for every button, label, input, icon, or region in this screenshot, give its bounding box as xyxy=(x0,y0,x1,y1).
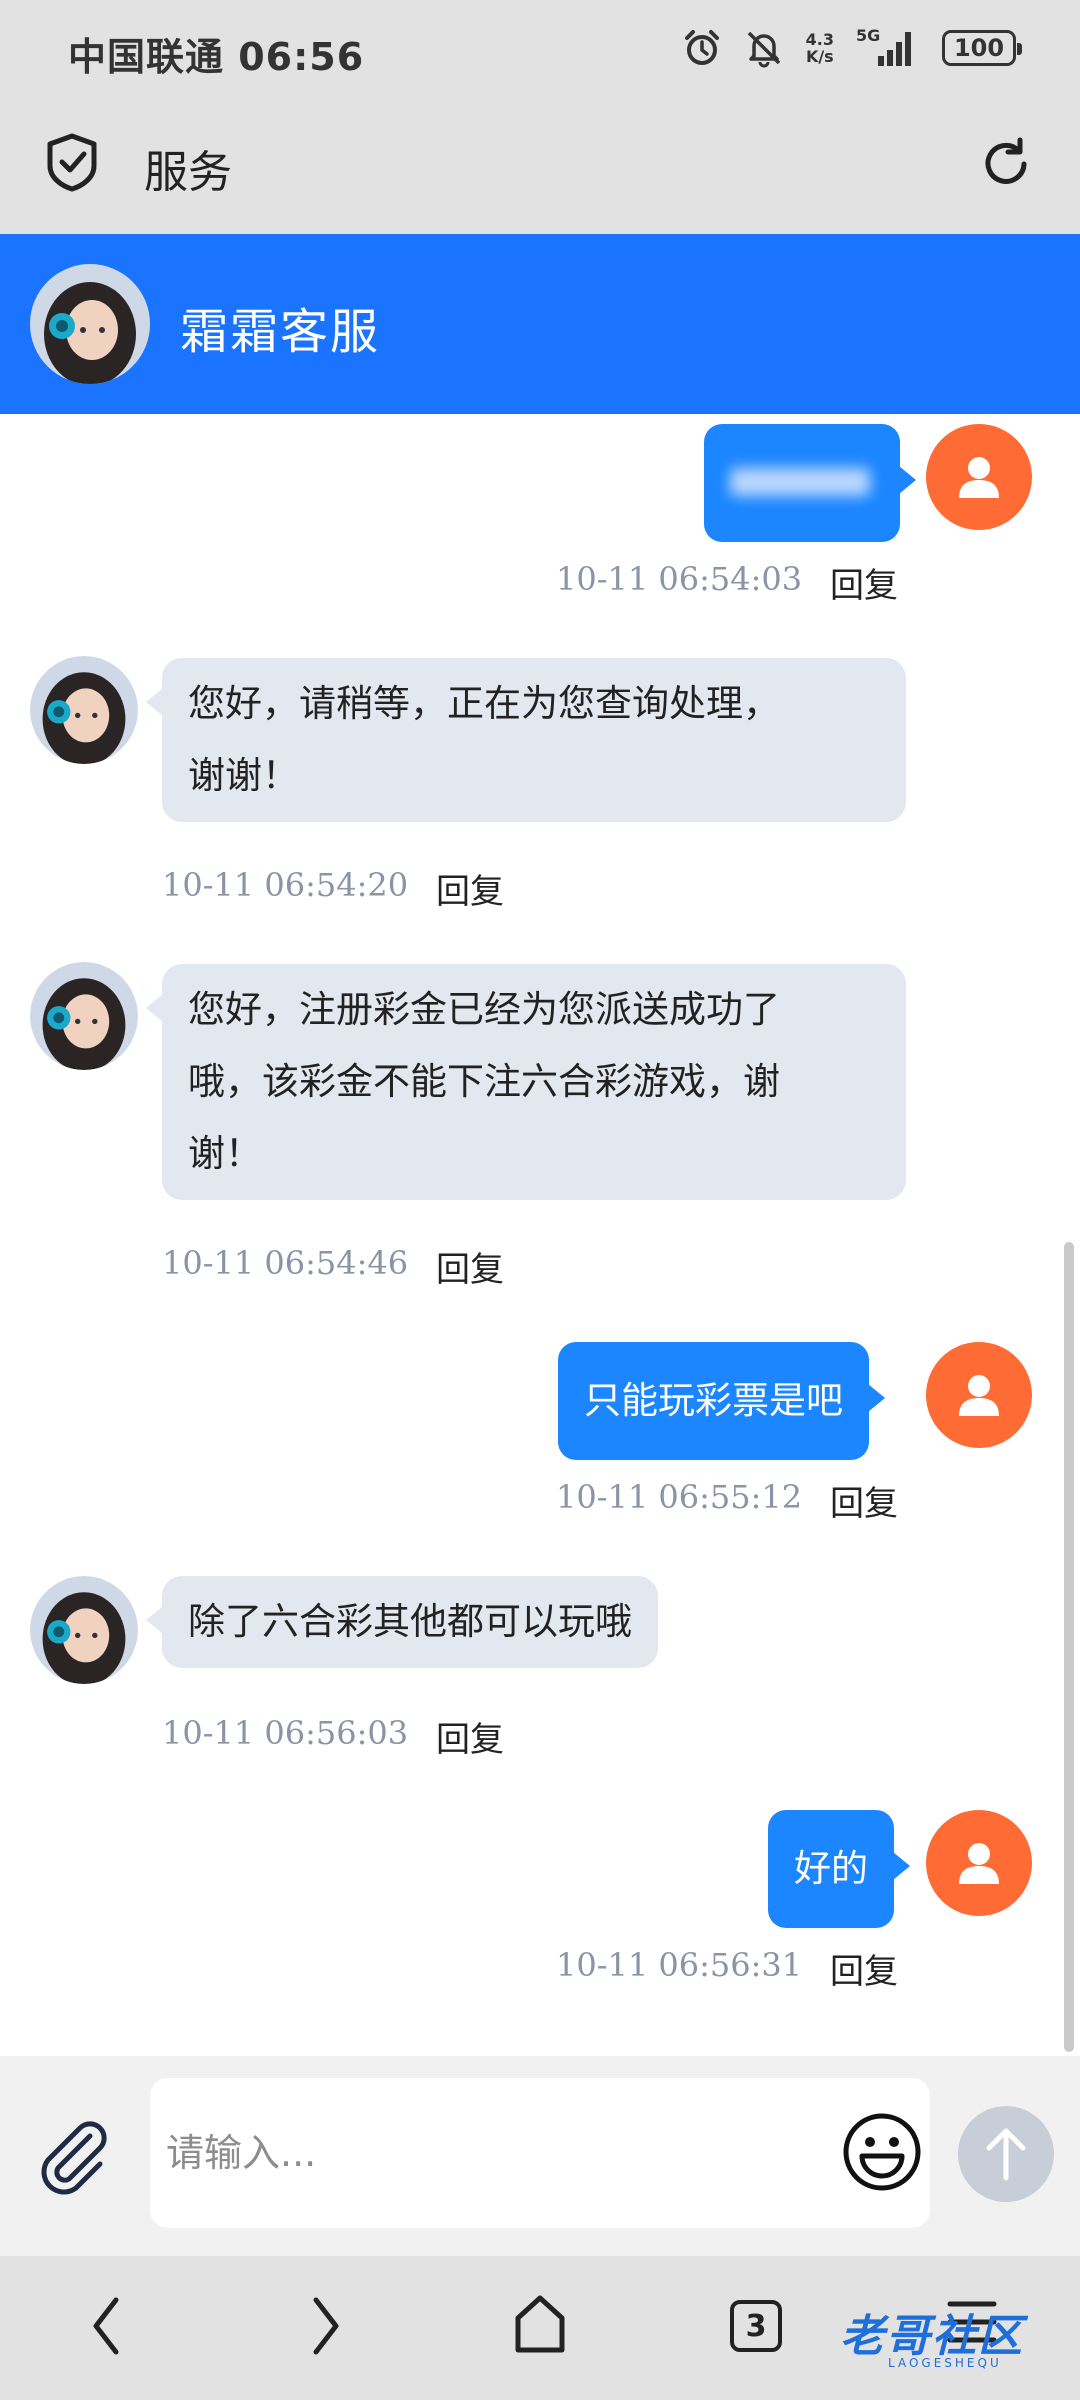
reply-button[interactable]: 回复 xyxy=(830,558,898,607)
chat-contact-name: 霜霜客服 xyxy=(180,304,381,360)
incoming-message-bubble[interactable]: 除了六合彩其他都可以玩哦 xyxy=(146,1576,658,1668)
emoji-icon[interactable] xyxy=(840,2110,924,2194)
message-timestamp: 10-11 06:54:03 xyxy=(556,560,803,598)
input-bar xyxy=(0,2056,1080,2256)
battery-indicator: 100 xyxy=(942,30,1022,66)
signal-icon: 5G xyxy=(856,26,920,68)
agent-avatar xyxy=(30,264,150,384)
user-avatar xyxy=(926,1810,1032,1916)
reply-button[interactable]: 回复 xyxy=(830,1476,898,1525)
message-timestamp: 10-11 06:54:20 xyxy=(162,866,409,904)
back-icon[interactable] xyxy=(86,2292,126,2360)
agent-avatar xyxy=(30,962,138,1070)
message-timestamp: 10-11 06:56:31 xyxy=(556,1946,803,1984)
page-title: 服务 xyxy=(144,147,232,198)
message-timestamp: 10-11 06:56:03 xyxy=(162,1714,409,1752)
outgoing-message-bubble[interactable]: 好的 xyxy=(768,1810,910,1928)
status-bar: 中国联通 06:56 4.3 K/s 5G 100 xyxy=(0,0,1080,100)
chat-header: 霜霜客服 xyxy=(0,234,1080,414)
watermark-subtitle: LAOGESHEQU xyxy=(888,2356,1002,2370)
reply-button[interactable]: 回复 xyxy=(436,1242,504,1291)
agent-avatar xyxy=(30,1576,138,1684)
person-icon xyxy=(959,1843,999,1884)
user-avatar xyxy=(926,1342,1032,1448)
refresh-icon[interactable] xyxy=(976,134,1036,194)
home-icon[interactable] xyxy=(512,2292,568,2356)
forward-icon[interactable] xyxy=(306,2292,346,2360)
blurred-message-content xyxy=(730,468,870,496)
mute-icon xyxy=(747,31,780,68)
status-icons: 4.3 K/s 5G 100 xyxy=(682,26,1022,68)
person-icon xyxy=(959,457,999,498)
scrollbar[interactable] xyxy=(1064,1242,1074,2052)
paperclip-icon[interactable] xyxy=(34,2118,114,2198)
message-timestamp: 10-11 06:54:46 xyxy=(162,1244,409,1282)
chat-messages[interactable]: 10-11 06:54:03 回复 您好，请稍等，正在为您查询处理， 谢谢！ 1… xyxy=(0,414,1080,2056)
incoming-message-bubble[interactable]: 您好，注册彩金已经为您派送成功了 哦，该彩金不能下注六合彩游戏，谢 谢！ xyxy=(146,964,906,1200)
incoming-message-bubble[interactable]: 您好，请稍等，正在为您查询处理， 谢谢！ xyxy=(146,658,906,822)
net-speed: 4.3 K/s xyxy=(805,30,834,66)
reply-button[interactable]: 回复 xyxy=(830,1944,898,1993)
outgoing-message-bubble[interactable]: 只能玩彩票是吧 xyxy=(558,1342,885,1460)
reply-button[interactable]: 回复 xyxy=(436,1712,504,1761)
shield-check-icon[interactable] xyxy=(44,132,100,192)
message-input-box[interactable] xyxy=(150,2078,930,2228)
alarm-icon xyxy=(684,30,719,65)
user-avatar xyxy=(926,424,1032,530)
reply-button[interactable]: 回复 xyxy=(436,864,504,913)
tabs-icon[interactable]: 3 xyxy=(730,2300,782,2352)
send-arrow-icon xyxy=(986,2128,1026,2181)
carrier-time: 中国联通 06:56 xyxy=(68,35,365,79)
outgoing-message-bubble[interactable] xyxy=(704,424,916,542)
watermark-logo: 老哥社区 xyxy=(840,2311,1024,2362)
app-bar: 服务 xyxy=(0,100,1080,234)
message-input[interactable] xyxy=(166,2118,806,2188)
browser-nav-bar: 3 老哥社区 LAOGESHEQU xyxy=(0,2256,1080,2400)
agent-avatar xyxy=(30,656,138,764)
person-icon xyxy=(959,1375,999,1416)
send-button[interactable] xyxy=(958,2106,1054,2202)
message-timestamp: 10-11 06:55:12 xyxy=(556,1478,803,1516)
